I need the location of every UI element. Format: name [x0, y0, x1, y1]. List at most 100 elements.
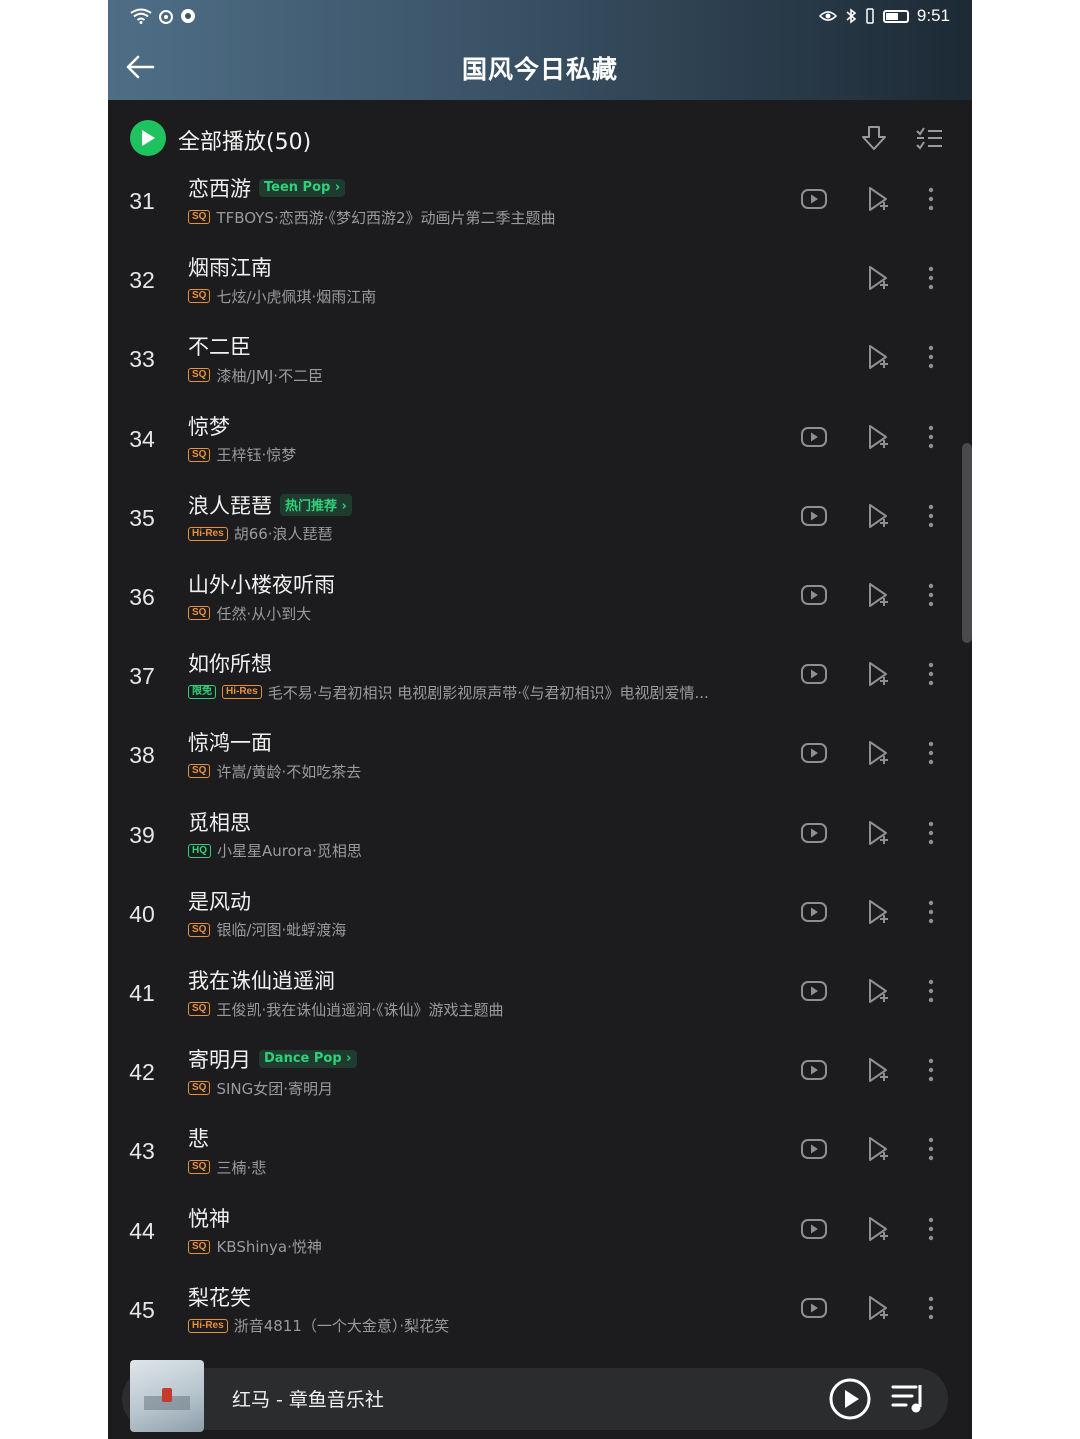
add-to-playlist-button[interactable]	[863, 1294, 895, 1326]
add-to-playlist-button[interactable]	[863, 739, 895, 771]
add-to-playlist-button[interactable]	[863, 898, 895, 930]
more-icon	[928, 504, 934, 532]
add-to-playlist-button[interactable]	[863, 1135, 895, 1167]
song-artist-album: 小星星Aurora·觅相思	[217, 842, 362, 861]
add-to-playlist-button[interactable]	[863, 264, 895, 296]
add-to-playlist-button[interactable]	[863, 581, 895, 613]
more-button[interactable]	[915, 185, 947, 217]
add-to-playlist-button[interactable]	[863, 1215, 895, 1247]
video-icon	[800, 426, 828, 452]
multi-select-button[interactable]	[914, 124, 944, 154]
mv-button[interactable]	[798, 1056, 830, 1088]
song-row[interactable]: 39 觅相思 HQ 小星星Aurora·觅相思	[108, 797, 972, 876]
more-button[interactable]	[915, 898, 947, 930]
more-button[interactable]	[915, 1294, 947, 1326]
song-row[interactable]: 45 梨花笑 Hi-Res 浙音4811（一个大金意）·梨花笑	[108, 1272, 972, 1351]
more-icon	[928, 425, 934, 453]
add-to-playlist-button[interactable]	[863, 660, 895, 692]
add-to-playlist-button[interactable]	[863, 1056, 895, 1088]
mv-button[interactable]	[798, 423, 830, 455]
more-button[interactable]	[915, 1135, 947, 1167]
chevron-right-icon: ›	[334, 180, 341, 195]
song-row[interactable]: 42 寄明月 Dance Pop › SQ SING女团·寄明月	[108, 1034, 972, 1113]
song-artist-album: 银临/河图·蚍蜉渡海	[216, 921, 347, 940]
song-row[interactable]: 36 山外小楼夜听雨 SQ 任然·从小到大	[108, 559, 972, 638]
genre-tag[interactable]: Teen Pop ›	[259, 179, 346, 197]
battery-icon	[882, 9, 909, 23]
video-icon	[800, 742, 828, 768]
more-icon	[928, 187, 934, 215]
more-button[interactable]	[915, 343, 947, 375]
play-icon	[829, 1378, 871, 1420]
song-row[interactable]: 37 如你所想 限免 Hi-Res 毛不易·与君初相识 电视剧影视原声带·《与君初相识》…	[108, 638, 972, 717]
add-to-playlist-icon	[866, 899, 892, 929]
more-button[interactable]	[915, 1215, 947, 1247]
song-row[interactable]: 31 恋西游 Teen Pop › SQ TFBOYS·恋西游·《梦幻西游2》动画片第二…	[108, 163, 972, 242]
mv-button[interactable]	[798, 502, 830, 534]
more-button[interactable]	[915, 581, 947, 613]
mv-button[interactable]	[798, 1215, 830, 1247]
add-to-playlist-button[interactable]	[863, 343, 895, 375]
album-art[interactable]	[130, 1360, 204, 1432]
more-button[interactable]	[915, 977, 947, 1009]
mv-button[interactable]	[798, 660, 830, 692]
video-icon	[800, 188, 828, 214]
add-to-playlist-button[interactable]	[863, 185, 895, 217]
vibrate-icon	[866, 8, 874, 24]
playlist-button[interactable]	[890, 1381, 930, 1417]
genre-tag-label: Teen Pop	[264, 180, 331, 195]
mv-button[interactable]	[798, 581, 830, 613]
more-button[interactable]	[915, 264, 947, 296]
song-title: 不二臣	[188, 335, 251, 360]
song-row[interactable]: 43 悲 SQ 三楠·悲	[108, 1113, 972, 1192]
song-subtitle-line: SQ 任然·从小到大	[188, 602, 311, 624]
status-time: 9:51	[916, 6, 950, 25]
song-index: 31	[129, 188, 155, 214]
more-button[interactable]	[915, 660, 947, 692]
song-subtitle-line: SQ 王俊凯·我在诛仙逍遥涧·《诛仙》游戏主题曲	[188, 998, 504, 1020]
mv-button[interactable]	[798, 1135, 830, 1167]
genre-tag[interactable]: 热门推荐 ›	[280, 493, 352, 516]
song-artist-album: 许嵩/黄龄·不如吃茶去	[216, 762, 362, 781]
song-row[interactable]: 44 悦神 SQ KBShinya·悦神	[108, 1193, 972, 1272]
more-button[interactable]	[915, 819, 947, 851]
header: 9:51 国风今日私藏	[108, 0, 972, 100]
mv-button[interactable]	[798, 898, 830, 930]
chevron-right-icon: ›	[341, 498, 347, 514]
scrollbar[interactable]	[962, 443, 972, 643]
video-icon	[800, 584, 828, 610]
add-to-playlist-button[interactable]	[863, 819, 895, 851]
more-button[interactable]	[915, 502, 947, 534]
mv-button[interactable]	[798, 977, 830, 1009]
now-playing-title[interactable]: 红马 - 章鱼音乐社	[232, 1385, 384, 1412]
more-button[interactable]	[915, 739, 947, 771]
mv-button[interactable]	[798, 1294, 830, 1326]
song-artist-album: 三楠·悲	[216, 1158, 267, 1177]
mv-button[interactable]	[798, 185, 830, 217]
mini-player-play-button[interactable]	[828, 1377, 872, 1421]
song-row[interactable]: 38 惊鸿一面 SQ 许嵩/黄龄·不如吃茶去	[108, 717, 972, 796]
play-all-label[interactable]: 全部播放(50)	[178, 124, 311, 156]
add-to-playlist-button[interactable]	[863, 977, 895, 1009]
song-index: 40	[129, 900, 155, 927]
song-index: 42	[129, 1059, 155, 1086]
genre-tag[interactable]: Dance Pop ›	[259, 1050, 357, 1069]
play-all-button[interactable]	[130, 120, 166, 156]
mv-button[interactable]	[798, 739, 830, 771]
more-button[interactable]	[915, 423, 947, 455]
song-title-line: 寄明月 Dance Pop ›	[188, 1044, 357, 1074]
more-icon	[928, 900, 934, 928]
song-title-line: 悲	[188, 1123, 209, 1153]
song-row[interactable]: 34 惊梦 SQ 王梓钰·惊梦	[108, 401, 972, 480]
song-row[interactable]: 41 我在诛仙逍遥涧 SQ 王俊凯·我在诛仙逍遥涧·《诛仙》游戏主题曲	[108, 955, 972, 1034]
song-row[interactable]: 33 不二臣 SQ 漆柚/JMJ·不二臣	[108, 321, 972, 400]
song-row[interactable]: 40 是风动 SQ 银临/河图·蚍蜉渡海	[108, 876, 972, 955]
add-to-playlist-button[interactable]	[863, 502, 895, 534]
download-button[interactable]	[859, 124, 889, 154]
song-row[interactable]: 32 烟雨江南 SQ 七炫/小虎佩琪·烟雨江南	[108, 242, 972, 321]
mv-button[interactable]	[798, 819, 830, 851]
song-row[interactable]: 35 浪人琵琶 热门推荐 › Hi-Res 胡66·浪人琵琶	[108, 480, 972, 559]
video-icon	[800, 980, 828, 1006]
more-button[interactable]	[915, 1056, 947, 1088]
add-to-playlist-button[interactable]	[863, 423, 895, 455]
